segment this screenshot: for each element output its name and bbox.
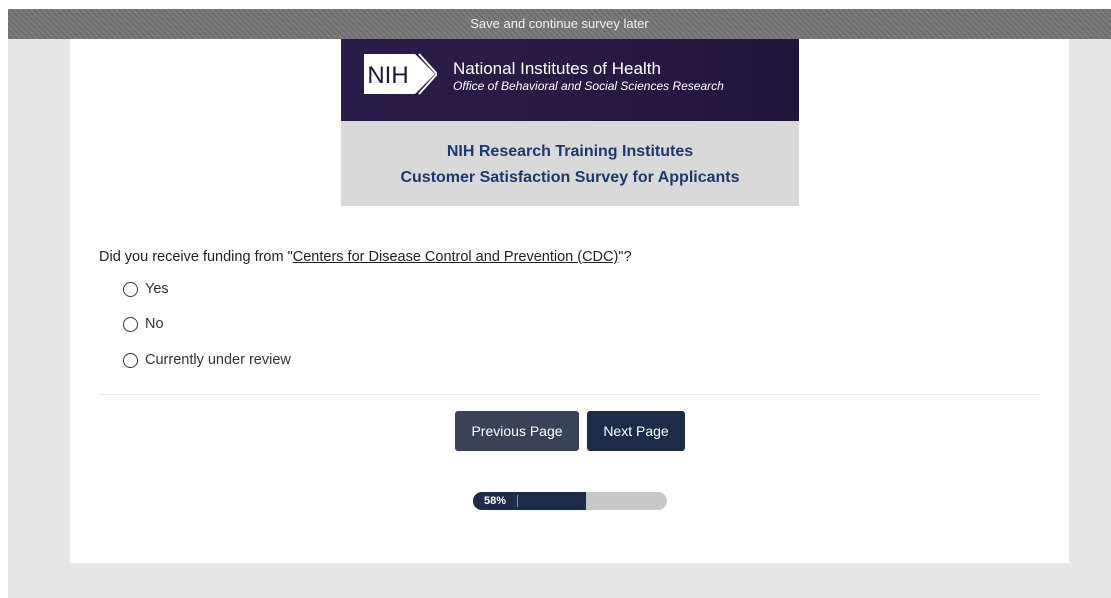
nih-logo-text: NIH: [367, 62, 408, 89]
progress-separator: [517, 495, 518, 507]
radio-yes[interactable]: [123, 281, 138, 297]
survey-card: NIH National Institutes of Health Office…: [70, 39, 1069, 563]
option-under-review[interactable]: Currently under review: [123, 349, 291, 371]
question-suffix: "?: [618, 249, 632, 265]
previous-page-button[interactable]: Previous Page: [455, 411, 579, 451]
progress-label: 58%: [483, 495, 507, 507]
banner-title-area: NIH Research Training Institutes Custome…: [341, 121, 799, 206]
option-yes[interactable]: Yes: [123, 278, 169, 300]
cdc-link[interactable]: Centers for Disease Control and Preventi…: [293, 249, 619, 265]
page-background: Save and continue survey later NIH Natio…: [8, 9, 1111, 598]
option-yes-label: Yes: [145, 281, 169, 297]
radio-under-review[interactable]: [123, 352, 138, 368]
question-prefix: Did you receive funding from ": [99, 249, 293, 265]
option-under-review-label: Currently under review: [145, 352, 291, 368]
question-text: Did you receive funding from "Centers fo…: [99, 248, 632, 266]
nih-logo-icon: NIH: [364, 53, 437, 95]
divider: [99, 394, 1040, 395]
banner-logo-area: NIH National Institutes of Health Office…: [341, 39, 799, 121]
radio-no[interactable]: [123, 316, 138, 332]
survey-title-line-1: NIH Research Training Institutes: [446, 143, 694, 160]
next-page-button[interactable]: Next Page: [587, 411, 685, 451]
save-continue-later-bar[interactable]: Save and continue survey later: [8, 9, 1111, 39]
survey-header-banner: NIH National Institutes of Health Office…: [341, 39, 799, 206]
option-no-label: No: [145, 316, 164, 332]
survey-title-line-2: Customer Satisfaction Survey for Applica…: [400, 169, 740, 186]
org-subtitle: Office of Behavioral and Social Sciences…: [453, 79, 724, 93]
option-no[interactable]: No: [123, 313, 164, 335]
progress-bar: 58%: [473, 492, 667, 510]
org-name: National Institutes of Health: [453, 59, 661, 78]
